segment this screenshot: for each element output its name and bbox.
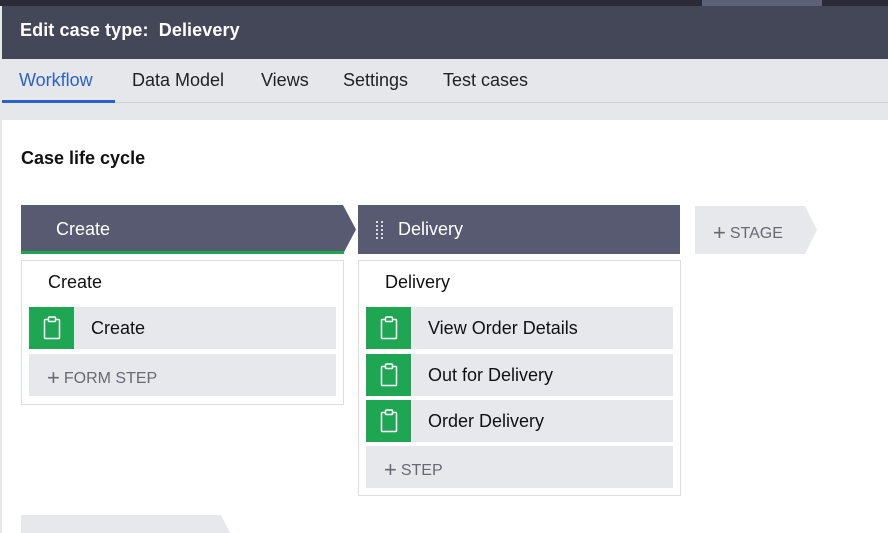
tab-bar-spacer — [2, 103, 888, 120]
tab-bar: Workflow Data Model Views Settings Test … — [2, 59, 888, 103]
clipboard-icon — [366, 400, 411, 442]
drag-handle-icon[interactable] — [376, 221, 385, 239]
step-label: Out for Delivery — [428, 365, 554, 385]
workflow-canvas: Case life cycle Create Delivery + STAGE … — [2, 120, 888, 533]
stage-header-create[interactable]: Create — [21, 205, 356, 254]
stage-name-delivery: Delivery — [398, 219, 464, 239]
clipboard-icon — [366, 354, 411, 396]
step-create[interactable]: Create — [29, 307, 336, 349]
step-label: Create — [91, 318, 146, 338]
clipboard-icon — [366, 307, 411, 349]
alternate-stage-header[interactable] — [21, 515, 233, 533]
plus-icon: + — [713, 220, 726, 245]
step-label: View Order Details — [428, 318, 578, 338]
add-stage-button[interactable]: + STAGE — [695, 206, 817, 254]
page-title: Edit case type: Delievery — [20, 20, 240, 40]
clipboard-icon — [29, 307, 74, 349]
step-label: Order Delivery — [428, 411, 545, 431]
section-title: Case life cycle — [21, 148, 146, 168]
stage-body-create: Create Create + FORM STEP — [21, 260, 344, 405]
tab-data-model[interactable]: Data Model — [132, 70, 224, 91]
add-step-label: FORM STEP — [63, 370, 158, 387]
step-out-for-delivery[interactable]: Out for Delivery — [366, 354, 673, 396]
stage-name-create: Create — [56, 219, 111, 239]
process-title-delivery[interactable]: Delivery — [385, 272, 450, 293]
add-step-label: STEP — [400, 462, 443, 479]
tab-views[interactable]: Views — [261, 70, 309, 91]
stage-body-delivery: Delivery View Order Details Out for Deli… — [358, 260, 681, 496]
stage-header-delivery[interactable]: Delivery — [358, 205, 680, 254]
process-title-create[interactable]: Create — [48, 272, 102, 293]
tab-test-cases[interactable]: Test cases — [443, 70, 528, 91]
tab-settings[interactable]: Settings — [343, 70, 408, 91]
step-order-delivery[interactable]: Order Delivery — [366, 400, 673, 442]
tab-workflow[interactable]: Workflow — [19, 70, 93, 91]
header-bar: Edit case type: Delievery — [2, 6, 888, 59]
add-stage-label: STAGE — [729, 225, 783, 242]
add-step-button[interactable]: + STEP — [366, 446, 673, 488]
step-view-order-details[interactable]: View Order Details — [366, 307, 673, 349]
app-window: Edit case type: Delievery Workflow Data … — [0, 0, 888, 533]
plus-icon: + — [47, 365, 60, 390]
plus-icon: + — [384, 457, 397, 482]
add-form-step-button[interactable]: + FORM STEP — [29, 354, 336, 396]
